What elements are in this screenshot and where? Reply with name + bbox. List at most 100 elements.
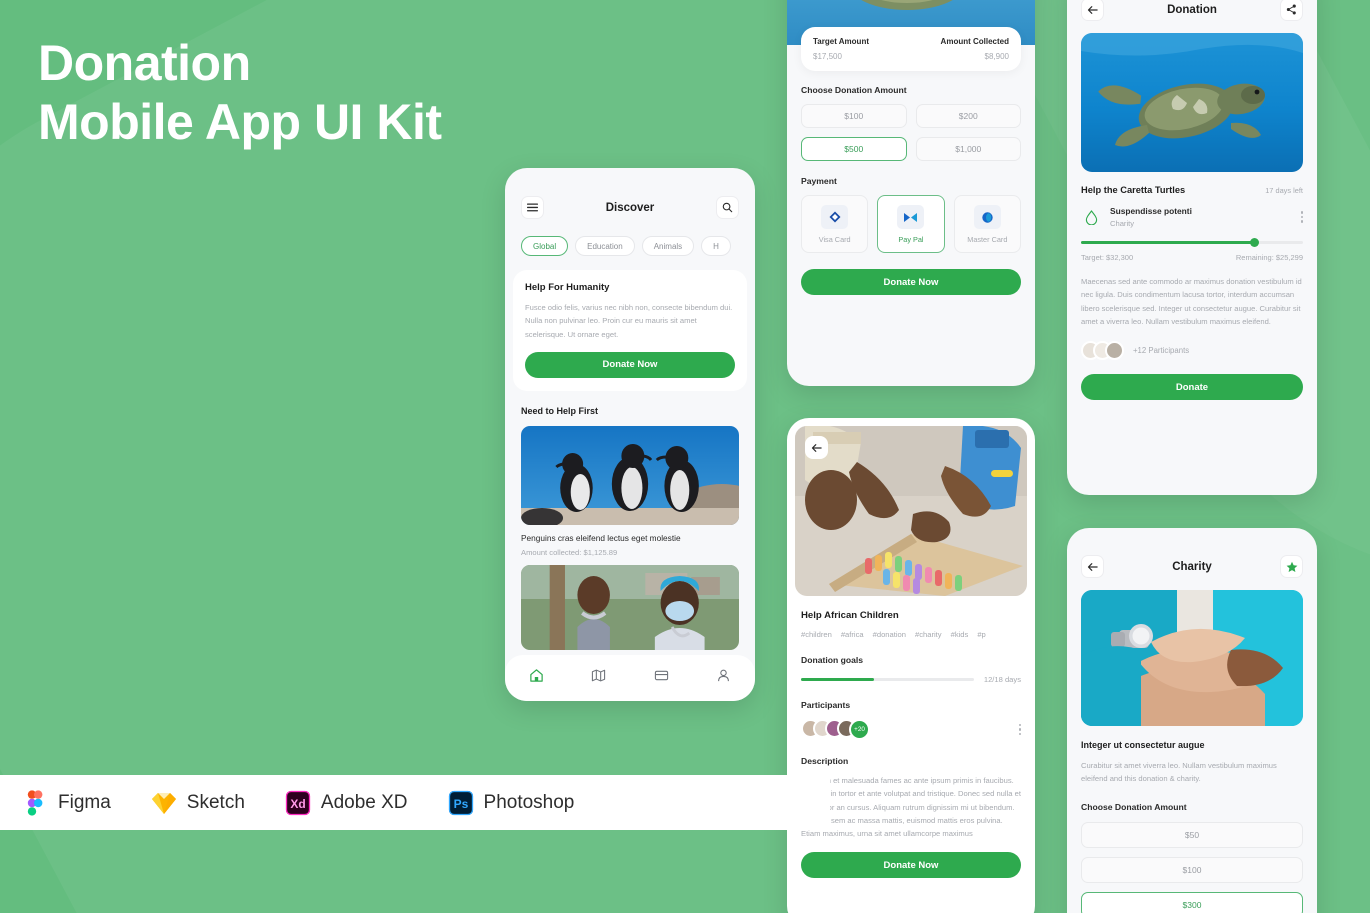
payment-method-visa[interactable]: Visa Card — [801, 195, 869, 253]
page-title: Discover — [605, 201, 655, 214]
campaign-title: Help the Caretta Turtles — [1081, 185, 1186, 195]
kebab-icon[interactable] — [1300, 211, 1303, 223]
amount-option-500[interactable]: $500 — [801, 137, 907, 161]
adobe-xd-icon: Xd — [285, 790, 311, 816]
donate-button[interactable]: Donate — [1081, 374, 1303, 401]
card-icon[interactable] — [654, 668, 669, 688]
participants-count: +12 Participants — [1133, 346, 1190, 356]
progress-track — [801, 678, 974, 681]
donate-now-button[interactable]: Donate Now — [801, 269, 1021, 295]
hero-title: Donation Mobile App UI Kit — [38, 34, 678, 152]
participants-row: +20 — [787, 710, 1035, 740]
charity-heading: Integer ut consectetur augue — [1081, 740, 1205, 750]
donate-now-button[interactable]: Donate Now — [525, 351, 735, 378]
progress-knob[interactable] — [1249, 238, 1259, 247]
profile-icon[interactable] — [716, 668, 731, 688]
tag[interactable]: #children — [801, 630, 832, 639]
campaign-item-title: Penguins cras eleifend lectus eget moles… — [521, 532, 681, 543]
participants-extra-badge[interactable]: +20 — [849, 719, 870, 740]
search-button[interactable] — [716, 196, 739, 219]
donation-amount-list[interactable]: $50 $100 $300 — [1067, 812, 1317, 913]
map-icon[interactable] — [591, 668, 606, 688]
payment-method-grid[interactable]: Visa Card Pay Pal Master Card — [787, 186, 1035, 253]
back-arrow-icon[interactable] — [805, 436, 828, 459]
page-title: Donation — [1167, 3, 1217, 16]
tool-photoshop: Ps Photoshop — [448, 790, 575, 816]
paypal-logo — [897, 205, 925, 229]
tool-label: Adobe XD — [320, 791, 408, 813]
remaining-label: Remaining: $25,299 — [1235, 253, 1303, 262]
organization-name: Suspendisse potenti — [1110, 206, 1192, 216]
campaign-list-item-penguins[interactable]: Penguins cras eleifend lectus eget moles… — [505, 416, 755, 557]
target-amount-value: $17,500 — [813, 52, 842, 61]
payment-method-paypal[interactable]: Pay Pal — [877, 195, 945, 253]
amount-summary-card: Target Amount Amount Collected $17,500 $… — [801, 27, 1021, 71]
payment-method-label: Visa Card — [818, 235, 851, 244]
kebab-icon[interactable] — [1018, 723, 1021, 736]
target-label: Target: $32,300 — [1081, 253, 1134, 262]
participant-avatars[interactable] — [1081, 341, 1124, 361]
phone-payment: Target Amount Amount Collected $17,500 $… — [787, 0, 1035, 386]
payment-method-label: Master Card — [967, 235, 1008, 244]
progress-fill — [801, 678, 874, 681]
figma-icon — [22, 789, 48, 816]
amount-collected-label: Amount Collected — [940, 37, 1009, 46]
amount-option-100[interactable]: $100 — [1081, 856, 1303, 883]
featured-campaign-card[interactable]: Help For Humanity Fusce odio felis, vari… — [513, 270, 747, 391]
campaign-item-amount: Amount collected: $1,125.89 — [521, 547, 618, 557]
phone-charity: Charity Integer ut consectetur augue Cur… — [1067, 528, 1317, 913]
drop-icon — [1081, 207, 1101, 227]
category-chip-health[interactable]: H — [701, 236, 731, 256]
tag[interactable]: #donation — [873, 630, 906, 639]
page-title: Charity — [1172, 560, 1212, 573]
hamburger-menu-button[interactable] — [521, 196, 544, 219]
charity-description: Curabitur sit amet viverra leo. Nullam v… — [1081, 761, 1277, 784]
tool-figma: Figma — [22, 789, 111, 816]
bottom-navigation[interactable] — [505, 655, 755, 701]
category-chip-global[interactable]: Global — [521, 236, 569, 256]
avatar — [1105, 341, 1124, 361]
amount-collected-value: $8,900 — [984, 52, 1009, 61]
participants-label: Participants — [801, 700, 851, 710]
amount-option-1000[interactable]: $1,000 — [915, 137, 1021, 161]
home-icon[interactable] — [529, 668, 544, 688]
amount-option-50[interactable]: $50 — [1081, 821, 1303, 848]
participant-avatars[interactable]: +20 — [801, 719, 870, 740]
choose-amount-label: Choose Donation Amount — [801, 85, 907, 95]
progress-fill — [1081, 241, 1255, 244]
participants-row[interactable]: +12 Participants — [1067, 328, 1317, 361]
hero-line-1: Donation — [38, 35, 251, 91]
amount-option-200[interactable]: $200 — [915, 104, 1021, 128]
photoshop-icon: Ps — [448, 790, 474, 816]
description-label: Description — [801, 756, 849, 766]
category-chip-row[interactable]: Global Education Animals H — [505, 219, 755, 256]
tag[interactable]: #charity — [915, 630, 942, 639]
organization-row[interactable]: Suspendisse potenti Charity — [1067, 195, 1317, 228]
tool-label: Sketch — [186, 791, 245, 813]
tool-label: Photoshop — [483, 791, 575, 813]
tag[interactable]: #p — [977, 630, 985, 639]
phone-campaign: Help African Children #children #africa … — [787, 418, 1035, 913]
campaign-title: Help African Children — [801, 610, 899, 621]
tag[interactable]: #kids — [951, 630, 969, 639]
amount-option-300[interactable]: $300 — [1081, 891, 1303, 913]
payment-label: Payment — [801, 176, 837, 186]
children-chalk-photo — [795, 426, 1027, 596]
svg-text:Ps: Ps — [453, 797, 468, 811]
category-chip-animals[interactable]: Animals — [641, 236, 695, 256]
tag[interactable]: #africa — [841, 630, 864, 639]
back-button[interactable] — [1081, 555, 1104, 578]
payment-method-mastercard[interactable]: Master Card — [953, 195, 1021, 253]
donation-amount-grid[interactable]: $100 $200 $500 $1,000 — [787, 95, 1035, 161]
goals-days: 12/18 days — [983, 675, 1021, 684]
donate-now-button[interactable]: Donate Now — [801, 852, 1021, 879]
target-amount-label: Target Amount — [813, 37, 869, 46]
campaign-list-item-health[interactable] — [505, 557, 755, 650]
visa-logo — [821, 205, 849, 229]
category-chip-education[interactable]: Education — [575, 236, 635, 256]
back-button[interactable] — [1081, 0, 1104, 21]
share-button[interactable] — [1280, 0, 1303, 21]
amount-option-100[interactable]: $100 — [801, 104, 907, 128]
favorite-button[interactable] — [1280, 555, 1303, 578]
progress-track[interactable] — [1081, 238, 1303, 247]
